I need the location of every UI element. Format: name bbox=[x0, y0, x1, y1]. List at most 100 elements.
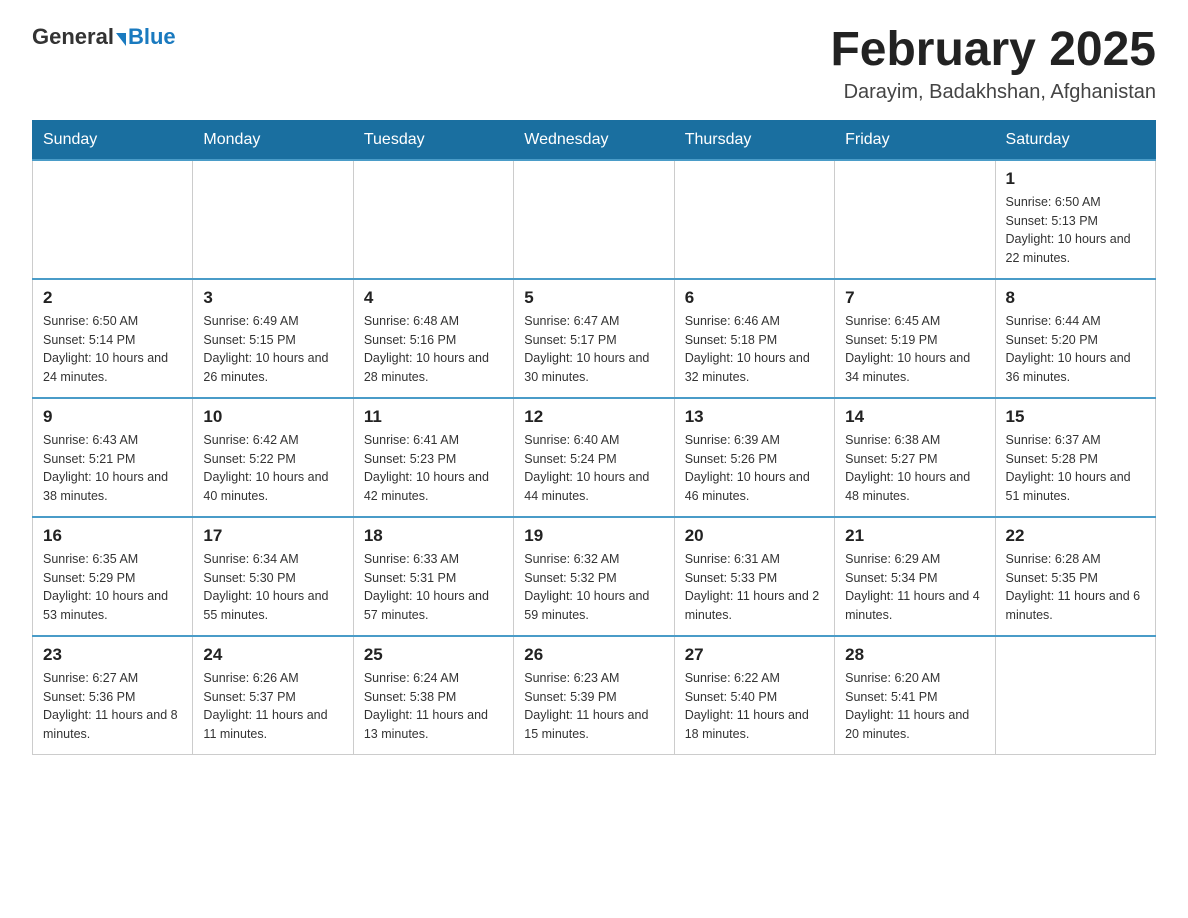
logo-blue-text: Blue bbox=[128, 24, 176, 50]
day-info: Sunrise: 6:44 AM Sunset: 5:20 PM Dayligh… bbox=[1006, 312, 1145, 387]
weekday-header-sunday: Sunday bbox=[33, 120, 193, 160]
calendar-cell bbox=[514, 160, 674, 279]
day-number: 3 bbox=[203, 288, 342, 308]
day-info: Sunrise: 6:29 AM Sunset: 5:34 PM Dayligh… bbox=[845, 550, 984, 625]
day-info: Sunrise: 6:40 AM Sunset: 5:24 PM Dayligh… bbox=[524, 431, 663, 506]
day-info: Sunrise: 6:26 AM Sunset: 5:37 PM Dayligh… bbox=[203, 669, 342, 744]
day-info: Sunrise: 6:35 AM Sunset: 5:29 PM Dayligh… bbox=[43, 550, 182, 625]
calendar-cell: 8 Sunrise: 6:44 AM Sunset: 5:20 PM Daylig… bbox=[995, 279, 1155, 398]
day-number: 20 bbox=[685, 526, 824, 546]
day-info: Sunrise: 6:22 AM Sunset: 5:40 PM Dayligh… bbox=[685, 669, 824, 744]
calendar-cell: 18Sunrise: 6:33 AM Sunset: 5:31 PM Dayli… bbox=[353, 517, 513, 636]
calendar-cell: 14 Sunrise: 6:38 AM Sunset: 5:27 PM Dayli… bbox=[835, 398, 995, 517]
calendar-cell: 23 Sunrise: 6:27 AM Sunset: 5:36 PM Dayli… bbox=[33, 636, 193, 755]
weekday-header-row: SundayMondayTuesdayWednesdayThursdayFrid… bbox=[33, 120, 1156, 160]
day-number: 15 bbox=[1006, 407, 1145, 427]
day-number: 23 bbox=[43, 645, 182, 665]
weekday-header-thursday: Thursday bbox=[674, 120, 834, 160]
calendar-cell: 17Sunrise: 6:34 AM Sunset: 5:30 PM Dayli… bbox=[193, 517, 353, 636]
day-number: 12 bbox=[524, 407, 663, 427]
day-number: 14 bbox=[845, 407, 984, 427]
day-number: 10 bbox=[203, 407, 342, 427]
day-number: 27 bbox=[685, 645, 824, 665]
day-info: Sunrise: 6:28 AM Sunset: 5:35 PM Dayligh… bbox=[1006, 550, 1145, 625]
calendar-week-row-4: 23 Sunrise: 6:27 AM Sunset: 5:36 PM Dayli… bbox=[33, 636, 1156, 755]
weekday-header-monday: Monday bbox=[193, 120, 353, 160]
logo-triangle-icon bbox=[116, 33, 126, 46]
day-number: 1 bbox=[1006, 169, 1145, 189]
day-number: 11 bbox=[364, 407, 503, 427]
calendar-cell: 6 Sunrise: 6:46 AM Sunset: 5:18 PM Daylig… bbox=[674, 279, 834, 398]
calendar-cell: 24 Sunrise: 6:26 AM Sunset: 5:37 PM Dayli… bbox=[193, 636, 353, 755]
day-number: 16 bbox=[43, 526, 182, 546]
day-number: 9 bbox=[43, 407, 182, 427]
day-info: Sunrise: 6:43 AM Sunset: 5:21 PM Dayligh… bbox=[43, 431, 182, 506]
day-info: Sunrise: 6:50 AM Sunset: 5:14 PM Dayligh… bbox=[43, 312, 182, 387]
day-info: Sunrise: 6:23 AM Sunset: 5:39 PM Dayligh… bbox=[524, 669, 663, 744]
day-info: Sunrise: 6:27 AM Sunset: 5:36 PM Dayligh… bbox=[43, 669, 182, 744]
day-number: 28 bbox=[845, 645, 984, 665]
calendar-title: February 2025 bbox=[830, 24, 1156, 77]
day-info: Sunrise: 6:32 AM Sunset: 5:32 PM Dayligh… bbox=[524, 550, 663, 625]
calendar-cell: 22 Sunrise: 6:28 AM Sunset: 5:35 PM Dayli… bbox=[995, 517, 1155, 636]
day-number: 24 bbox=[203, 645, 342, 665]
weekday-header-tuesday: Tuesday bbox=[353, 120, 513, 160]
day-info: Sunrise: 6:39 AM Sunset: 5:26 PM Dayligh… bbox=[685, 431, 824, 506]
calendar-week-row-2: 9 Sunrise: 6:43 AM Sunset: 5:21 PM Daylig… bbox=[33, 398, 1156, 517]
calendar-week-row-0: 1 Sunrise: 6:50 AM Sunset: 5:13 PM Daylig… bbox=[33, 160, 1156, 279]
day-info: Sunrise: 6:47 AM Sunset: 5:17 PM Dayligh… bbox=[524, 312, 663, 387]
calendar-cell: 28 Sunrise: 6:20 AM Sunset: 5:41 PM Dayli… bbox=[835, 636, 995, 755]
calendar-cell: 21 Sunrise: 6:29 AM Sunset: 5:34 PM Dayli… bbox=[835, 517, 995, 636]
day-info: Sunrise: 6:48 AM Sunset: 5:16 PM Dayligh… bbox=[364, 312, 503, 387]
calendar-cell bbox=[353, 160, 513, 279]
day-info: Sunrise: 6:37 AM Sunset: 5:28 PM Dayligh… bbox=[1006, 431, 1145, 506]
calendar-week-row-1: 2 Sunrise: 6:50 AM Sunset: 5:14 PM Daylig… bbox=[33, 279, 1156, 398]
day-number: 26 bbox=[524, 645, 663, 665]
day-info: Sunrise: 6:38 AM Sunset: 5:27 PM Dayligh… bbox=[845, 431, 984, 506]
day-number: 4 bbox=[364, 288, 503, 308]
calendar-cell: 12 Sunrise: 6:40 AM Sunset: 5:24 PM Dayli… bbox=[514, 398, 674, 517]
day-info: Sunrise: 6:24 AM Sunset: 5:38 PM Dayligh… bbox=[364, 669, 503, 744]
day-number: 25 bbox=[364, 645, 503, 665]
day-number: 22 bbox=[1006, 526, 1145, 546]
calendar-cell: 26 Sunrise: 6:23 AM Sunset: 5:39 PM Dayli… bbox=[514, 636, 674, 755]
day-info: Sunrise: 6:49 AM Sunset: 5:15 PM Dayligh… bbox=[203, 312, 342, 387]
calendar-table: SundayMondayTuesdayWednesdayThursdayFrid… bbox=[32, 120, 1156, 755]
day-number: 2 bbox=[43, 288, 182, 308]
calendar-cell: 13 Sunrise: 6:39 AM Sunset: 5:26 PM Dayli… bbox=[674, 398, 834, 517]
calendar-cell: 9 Sunrise: 6:43 AM Sunset: 5:21 PM Daylig… bbox=[33, 398, 193, 517]
calendar-cell: 4 Sunrise: 6:48 AM Sunset: 5:16 PM Daylig… bbox=[353, 279, 513, 398]
day-info: Sunrise: 6:45 AM Sunset: 5:19 PM Dayligh… bbox=[845, 312, 984, 387]
calendar-subtitle: Darayim, Badakhshan, Afghanistan bbox=[830, 81, 1156, 104]
calendar-cell: 1 Sunrise: 6:50 AM Sunset: 5:13 PM Daylig… bbox=[995, 160, 1155, 279]
day-number: 6 bbox=[685, 288, 824, 308]
day-number: 13 bbox=[685, 407, 824, 427]
weekday-header-friday: Friday bbox=[835, 120, 995, 160]
day-info: Sunrise: 6:41 AM Sunset: 5:23 PM Dayligh… bbox=[364, 431, 503, 506]
day-number: 8 bbox=[1006, 288, 1145, 308]
weekday-header-saturday: Saturday bbox=[995, 120, 1155, 160]
calendar-cell bbox=[835, 160, 995, 279]
calendar-cell: 20 Sunrise: 6:31 AM Sunset: 5:33 PM Dayli… bbox=[674, 517, 834, 636]
title-area: February 2025 Darayim, Badakhshan, Afgha… bbox=[830, 24, 1156, 104]
day-info: Sunrise: 6:42 AM Sunset: 5:22 PM Dayligh… bbox=[203, 431, 342, 506]
day-info: Sunrise: 6:31 AM Sunset: 5:33 PM Dayligh… bbox=[685, 550, 824, 625]
day-number: 21 bbox=[845, 526, 984, 546]
calendar-cell bbox=[193, 160, 353, 279]
weekday-header-wednesday: Wednesday bbox=[514, 120, 674, 160]
page-header: General Blue February 2025 Darayim, Bada… bbox=[32, 24, 1156, 104]
day-info: Sunrise: 6:46 AM Sunset: 5:18 PM Dayligh… bbox=[685, 312, 824, 387]
calendar-cell bbox=[995, 636, 1155, 755]
calendar-cell bbox=[33, 160, 193, 279]
day-info: Sunrise: 6:20 AM Sunset: 5:41 PM Dayligh… bbox=[845, 669, 984, 744]
calendar-cell: 19Sunrise: 6:32 AM Sunset: 5:32 PM Dayli… bbox=[514, 517, 674, 636]
calendar-cell: 2 Sunrise: 6:50 AM Sunset: 5:14 PM Daylig… bbox=[33, 279, 193, 398]
day-number: 5 bbox=[524, 288, 663, 308]
calendar-cell: 10 Sunrise: 6:42 AM Sunset: 5:22 PM Dayli… bbox=[193, 398, 353, 517]
calendar-cell: 5 Sunrise: 6:47 AM Sunset: 5:17 PM Daylig… bbox=[514, 279, 674, 398]
calendar-cell: 27 Sunrise: 6:22 AM Sunset: 5:40 PM Dayli… bbox=[674, 636, 834, 755]
calendar-cell: 3 Sunrise: 6:49 AM Sunset: 5:15 PM Daylig… bbox=[193, 279, 353, 398]
calendar-cell: 16 Sunrise: 6:35 AM Sunset: 5:29 PM Dayli… bbox=[33, 517, 193, 636]
day-info: Sunrise: 6:50 AM Sunset: 5:13 PM Dayligh… bbox=[1006, 193, 1145, 268]
calendar-cell: 15 Sunrise: 6:37 AM Sunset: 5:28 PM Dayli… bbox=[995, 398, 1155, 517]
